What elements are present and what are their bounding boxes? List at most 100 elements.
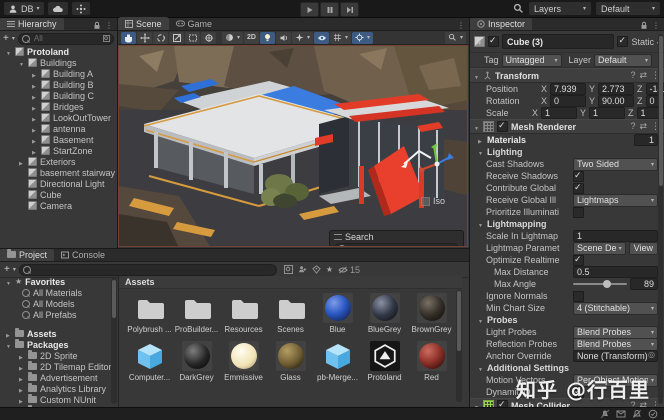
foldout-icon[interactable] [19, 395, 25, 405]
asset-grid-scrollbar[interactable] [456, 290, 462, 402]
lock-icon[interactable] [640, 21, 648, 30]
gizmos-dropdown[interactable] [352, 32, 373, 44]
asset-item[interactable]: BrownGrey [408, 293, 455, 334]
lighting-toggle-button[interactable] [260, 32, 275, 44]
asset-item[interactable]: DarkGrey [173, 341, 220, 382]
lightmapping-section[interactable]: Lightmapping [470, 218, 664, 230]
scale-tool-button[interactable] [169, 32, 184, 44]
receive-gi-dropdown[interactable]: Lightmaps [573, 194, 658, 207]
tree-item[interactable]: Protoland [0, 46, 117, 57]
inspector-menu-icon[interactable]: ⋮ [652, 21, 660, 30]
position-y-field[interactable]: 2.773 [598, 83, 634, 95]
search-overlay-header[interactable]: Search [330, 231, 463, 242]
label-icon[interactable] [312, 265, 321, 274]
tree-item[interactable]: Building C [0, 90, 117, 101]
tree-item[interactable]: Building A [0, 68, 117, 79]
max-angle-slider[interactable] [573, 283, 627, 285]
component-enabled-checkbox[interactable] [497, 400, 508, 407]
tab-game[interactable]: Game [169, 17, 220, 30]
move-tool-button[interactable] [137, 32, 152, 44]
asset-item[interactable]: Emmissive [220, 341, 267, 382]
asset-item[interactable]: Blue [314, 293, 361, 334]
tree-item[interactable]: Assets [0, 328, 118, 339]
materials-count-field[interactable]: 1 [634, 134, 658, 146]
asset-item[interactable]: Protoland [361, 341, 408, 382]
tree-item[interactable]: basement stairway v [0, 167, 117, 178]
tab-project[interactable]: Project [0, 248, 54, 261]
foldout-icon[interactable] [6, 47, 12, 57]
scale-x-field[interactable]: 1 [541, 107, 577, 119]
tree-item[interactable]: All Materials [0, 287, 118, 298]
scene-menu-icon[interactable]: ⋮ [457, 21, 465, 30]
transform-header[interactable]: Transform ?⇄⋮ [470, 68, 664, 83]
asset-item[interactable]: Polybrush ... [126, 293, 173, 334]
mute-notifications-icon[interactable] [600, 409, 610, 419]
anchor-override-field[interactable]: None (Transform) [573, 350, 658, 362]
scale-in-lightmap-field[interactable]: 1 [573, 230, 658, 242]
foldout-icon[interactable] [32, 102, 38, 112]
foldout-icon[interactable] [32, 124, 38, 134]
min-chart-size-dropdown[interactable]: 4 (Stitchable) [573, 302, 658, 315]
foldout-icon[interactable] [6, 277, 12, 287]
foldout-icon[interactable] [32, 135, 38, 145]
tree-item[interactable]: antenna [0, 123, 117, 134]
tree-item[interactable]: Camera [0, 200, 117, 211]
tree-item[interactable]: Custom NUnit [0, 394, 118, 405]
light-probes-dropdown[interactable]: Blend Probes [573, 326, 658, 339]
tree-item[interactable]: Advertisement [0, 372, 118, 383]
layout-dropdown[interactable]: Default [596, 2, 660, 15]
additional-settings-section[interactable]: Additional Settings [470, 362, 664, 374]
step-button[interactable] [340, 2, 359, 17]
create-button[interactable]: + [3, 33, 15, 44]
search-icon[interactable] [513, 3, 524, 14]
tree-item[interactable]: LookOutTower [0, 112, 117, 123]
foldout-icon[interactable] [32, 146, 38, 156]
collab-button[interactable] [72, 2, 90, 15]
tab-console[interactable]: Console [54, 248, 112, 261]
foldout-icon[interactable] [478, 147, 484, 157]
rotation-y-field[interactable]: 90.00 [598, 95, 634, 107]
max-distance-field[interactable]: 0.5 [573, 266, 658, 278]
audio-toggle-button[interactable] [276, 32, 291, 44]
console-message-icon[interactable] [616, 409, 626, 419]
help-icon[interactable]: ? [630, 70, 635, 81]
tree-item[interactable]: Bridges [0, 101, 117, 112]
static-checkbox[interactable] [617, 36, 628, 47]
foldout-icon[interactable] [6, 340, 12, 350]
optimize-realtime-checkbox[interactable] [573, 255, 584, 266]
tree-item[interactable]: 2D Sprite [0, 350, 118, 361]
lighting-section[interactable]: Lighting [470, 146, 664, 158]
saved-search-icon[interactable] [284, 265, 293, 274]
foldout-icon[interactable] [19, 351, 25, 361]
project-search-input[interactable] [33, 264, 273, 275]
account-button[interactable]: DB [4, 2, 44, 15]
tree-item[interactable]: Directional Light [0, 178, 117, 189]
foldout-icon[interactable] [19, 157, 25, 167]
pause-button[interactable] [320, 2, 339, 17]
asset-item[interactable]: Scenes [267, 293, 314, 334]
presets-icon[interactable]: ⇄ [639, 70, 647, 81]
inspector-scrollbar[interactable] [658, 34, 663, 404]
reflection-probes-dropdown[interactable]: Blend Probes [573, 338, 658, 351]
cast-shadows-dropdown[interactable]: Two Sided [573, 158, 658, 171]
ignore-normals-checkbox[interactable] [573, 291, 584, 302]
scale-y-field[interactable]: 1 [589, 107, 625, 119]
asset-item[interactable]: Computer... [126, 341, 173, 382]
tab-scene[interactable]: Scene [118, 17, 169, 30]
gameobject-icon[interactable] [474, 36, 485, 47]
lock-icon[interactable] [93, 21, 101, 30]
help-icon[interactable]: ? [630, 121, 635, 132]
tree-item[interactable]: Buildings [0, 57, 117, 68]
rotation-x-field[interactable]: 0 [550, 95, 586, 107]
scene-search-dropdown[interactable] [445, 32, 466, 44]
probes-section[interactable]: Probes [470, 314, 664, 326]
tag-dropdown[interactable]: Untagged [502, 54, 562, 67]
hand-tool-button[interactable] [121, 32, 136, 44]
tab-inspector[interactable]: Inspector [470, 18, 532, 30]
tree-item[interactable]: ★Favorites [0, 276, 118, 287]
scene-viewport[interactable]: Iso Search Tool Settings Cente [118, 45, 468, 247]
transform-tool-button[interactable] [201, 32, 216, 44]
foldout-icon[interactable] [474, 71, 480, 81]
tree-item[interactable]: Building B [0, 79, 117, 90]
cloud-button[interactable] [48, 2, 68, 15]
